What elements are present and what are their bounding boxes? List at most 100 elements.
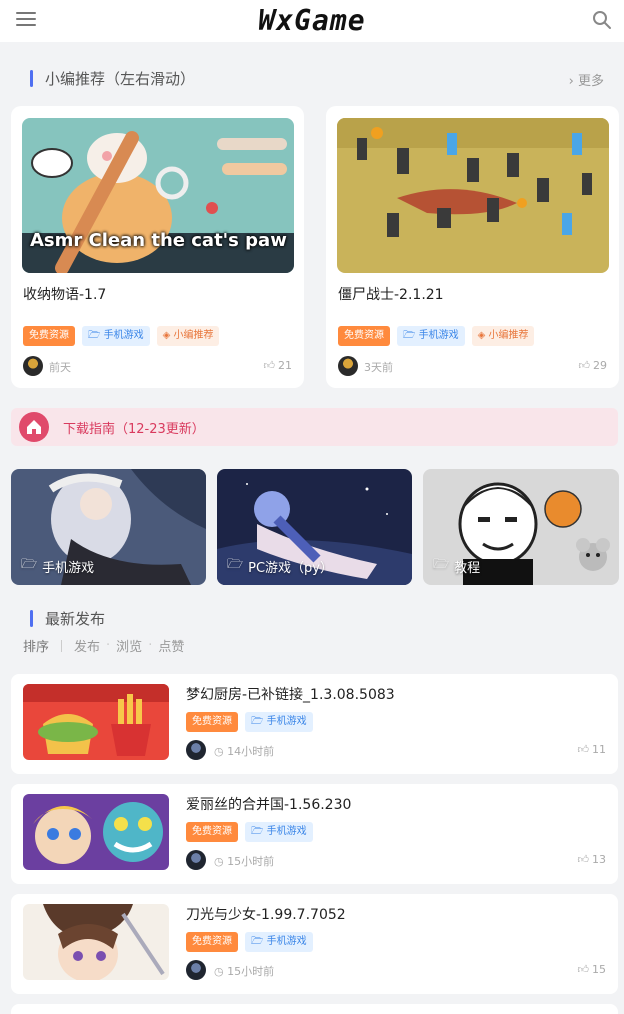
search-icon[interactable] <box>590 8 614 32</box>
tag-list: 免费资源 🗁 手机游戏 ◈ 小编推荐 <box>23 326 220 346</box>
separator-dot: · <box>148 638 153 653</box>
tag-label: 手机游戏 <box>266 826 307 837</box>
like-count[interactable]: 👍︎ 29 <box>579 359 608 372</box>
top-bar: WxGame <box>0 0 624 42</box>
sort-by-publish[interactable]: 发布 <box>74 636 100 655</box>
clock-icon: ◷ <box>214 745 228 758</box>
post-thumbnail <box>23 904 169 980</box>
category-label: 🗁 手机游戏 <box>21 555 94 577</box>
featured-card-image <box>337 118 609 273</box>
post-thumbnail <box>23 794 169 870</box>
like-count-value: 15 <box>592 963 606 976</box>
avatar[interactable] <box>23 356 43 376</box>
sort-by-likes[interactable]: 点赞 <box>158 636 184 655</box>
like-count-value: 21 <box>278 359 292 372</box>
post-time: ◷ 15小时前 <box>214 853 274 869</box>
tag-free[interactable]: 免费资源 <box>186 822 238 842</box>
category-label-text: 教程 <box>454 560 481 576</box>
tag-label: 小编推荐 <box>488 330 529 341</box>
post-title: 梦幻厨房-已补链接_1.3.08.5083 <box>186 687 395 703</box>
like-count[interactable]: 👍︎ 11 <box>578 743 607 756</box>
tag-label: 手机游戏 <box>418 330 459 341</box>
tag-mobile-game[interactable]: 🗁 手机游戏 <box>397 326 465 346</box>
tag-free[interactable]: 免费资源 <box>338 326 390 346</box>
clock-icon: ◷ <box>214 965 228 978</box>
featured-card[interactable]: 僵尸战士-2.1.21 免费资源 🗁 手机游戏 ◈ 小编推荐 3天前 👍︎ 29 <box>326 106 619 388</box>
thumbs-up-icon: 👍︎ <box>578 359 591 372</box>
folder-icon: 🗁 <box>227 557 244 572</box>
sort-label: 排序 <box>23 640 50 655</box>
post-time: 3天前 <box>364 361 393 374</box>
tag-label: 手机游戏 <box>266 716 307 727</box>
like-count-value: 29 <box>593 359 607 372</box>
tag-mobile-game[interactable]: 🗁 手机游戏 <box>82 326 150 346</box>
tag-label: 手机游戏 <box>266 936 307 947</box>
latest-section-header: 最新发布 <box>30 606 105 630</box>
thumbs-up-icon: 👍︎ <box>577 853 590 866</box>
tag-list: 免费资源 🗁 手机游戏 <box>186 932 313 952</box>
post-item[interactable]: 梦幻厨房-已补链接_1.3.08.5083 免费资源 🗁 手机游戏 ◷ 14小时… <box>11 674 618 774</box>
post-item[interactable]: 爱丽丝的合并国-1.56.230 免费资源 🗁 手机游戏 ◷ 15小时前 👍︎ … <box>11 784 618 884</box>
category-label: 🗁 PC游戏（py） <box>227 555 333 577</box>
tag-free[interactable]: 免费资源 <box>23 326 75 346</box>
sort-bar: 排序 发布 · 浏览 · 点赞 <box>23 636 184 655</box>
divider <box>61 639 63 652</box>
tag-mobile-game[interactable]: 🗁 手机游戏 <box>245 822 313 842</box>
avatar[interactable] <box>338 356 358 376</box>
featured-section-title: 小编推荐（左右滑动） <box>45 69 196 88</box>
featured-card-title: 收纳物语-1.7 <box>23 287 107 303</box>
post-title: 刀光与少女-1.99.7.7052 <box>186 907 346 923</box>
sort-by-views[interactable]: 浏览 <box>116 636 142 655</box>
post-time: ◷ 14小时前 <box>214 743 274 759</box>
like-count[interactable]: 👍︎ 13 <box>578 853 607 866</box>
category-tile-mobile-games[interactable]: 🗁 手机游戏 <box>11 469 206 585</box>
more-link[interactable]: › 更多 <box>569 70 604 89</box>
like-count-value: 11 <box>592 743 606 756</box>
thumbs-up-icon: 👍︎ <box>577 743 590 756</box>
thumbs-up-icon: 👍︎ <box>263 359 276 372</box>
category-tile-tutorials[interactable]: 🗁 教程 <box>423 469 619 585</box>
tag-label: 小编推荐 <box>173 330 214 341</box>
avatar[interactable] <box>186 960 206 980</box>
avatar[interactable] <box>186 740 206 760</box>
like-count[interactable]: 👍︎ 21 <box>264 359 293 372</box>
category-tile-pc-games[interactable]: 🗁 PC游戏（py） <box>217 469 412 585</box>
latest-section-title: 最新发布 <box>45 609 106 628</box>
featured-card-title: 僵尸战士-2.1.21 <box>338 287 444 303</box>
featured-card-image: Asmr Clean the cat's paw <box>22 118 294 273</box>
featured-card[interactable]: Asmr Clean the cat's paw 收纳物语-1.7 免费资源 🗁… <box>11 106 304 388</box>
folder-icon: 🗁 <box>21 557 38 572</box>
section-accent-bar <box>30 69 33 87</box>
category-label-text: PC游戏（py） <box>248 560 333 576</box>
home-icon <box>19 412 49 442</box>
folder-icon: 🗁 <box>433 557 450 572</box>
post-item[interactable]: 刀光与少女-1.99.7.7052 免费资源 🗁 手机游戏 ◷ 15小时前 👍︎… <box>11 894 618 994</box>
tag-editor-pick[interactable]: ◈ 小编推荐 <box>156 326 220 346</box>
section-accent-bar <box>30 609 33 627</box>
thumbs-up-icon: 👍︎ <box>577 963 590 976</box>
category-label-text: 手机游戏 <box>42 560 95 576</box>
avatar[interactable] <box>186 850 206 870</box>
download-guide-banner[interactable]: 下载指南（12-23更新） <box>11 408 618 446</box>
tag-editor-pick[interactable]: ◈ 小编推荐 <box>471 326 535 346</box>
tag-list: 免费资源 🗁 手机游戏 ◈ 小编推荐 <box>338 326 535 346</box>
like-count-value: 13 <box>592 853 606 866</box>
site-logo[interactable]: WxGame <box>0 4 624 37</box>
post-thumbnail <box>23 684 169 760</box>
category-label: 🗁 教程 <box>433 555 480 577</box>
post-time: ◷ 15小时前 <box>214 963 274 979</box>
post-time-value: 15小时前 <box>227 855 275 868</box>
tag-list: 免费资源 🗁 手机游戏 <box>186 712 313 732</box>
post-title: 爱丽丝的合并国-1.56.230 <box>186 797 352 813</box>
tag-free[interactable]: 免费资源 <box>186 712 238 732</box>
tag-list: 免费资源 🗁 手机游戏 <box>186 822 313 842</box>
post-time-value: 14小时前 <box>227 745 275 758</box>
like-count[interactable]: 👍︎ 15 <box>578 963 607 976</box>
tag-label: 手机游戏 <box>103 330 144 341</box>
tag-mobile-game[interactable]: 🗁 手机游戏 <box>245 932 313 952</box>
tag-free[interactable]: 免费资源 <box>186 932 238 952</box>
tag-mobile-game[interactable]: 🗁 手机游戏 <box>245 712 313 732</box>
featured-image-caption: Asmr Clean the cat's paw <box>30 230 287 251</box>
post-item[interactable] <box>11 1004 618 1014</box>
post-time-value: 15小时前 <box>227 965 275 978</box>
